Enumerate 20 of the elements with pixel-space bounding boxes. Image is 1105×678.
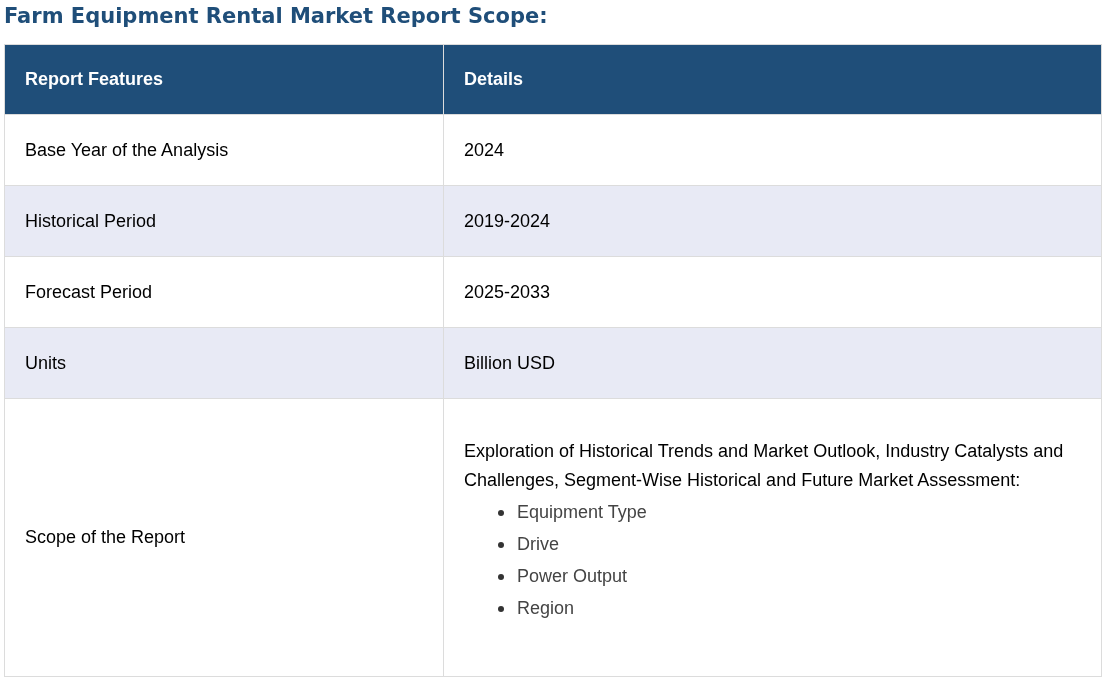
table-cell-text: Base Year of the Analysis bbox=[25, 138, 229, 162]
bullet-icon bbox=[498, 605, 504, 612]
list-item: Equipment Type bbox=[517, 501, 647, 524]
table-cell-text: Units bbox=[25, 351, 66, 375]
table-cell-text: Forecast Period bbox=[25, 280, 153, 304]
bullet-icon bbox=[498, 573, 504, 580]
table-cell-text: Billion USD bbox=[464, 351, 557, 375]
list-item: Region bbox=[517, 597, 575, 620]
column-header: Details bbox=[463, 68, 525, 91]
list-item: Drive bbox=[517, 533, 559, 556]
table-cell-text: 2025-2033 bbox=[464, 280, 552, 304]
section-title: Farm Equipment Rental Market Report Scope: bbox=[3, 3, 549, 30]
table-cell-text: 2019-2024 bbox=[464, 209, 552, 233]
table-cell-text: Historical Period bbox=[25, 209, 157, 233]
table-cell-text: 2024 bbox=[464, 138, 506, 162]
bullet-icon bbox=[498, 541, 504, 548]
bullet-icon bbox=[498, 509, 504, 516]
table-cell-text: Scope of the Report bbox=[25, 526, 186, 549]
table-cell-text: Exploration of Historical Trends and Market Outlook, Industry Catalysts and Challenges, Segment-Wise Historical and Future Market Assessment: bbox=[464, 439, 1064, 492]
list-item: Power Output bbox=[517, 565, 628, 588]
